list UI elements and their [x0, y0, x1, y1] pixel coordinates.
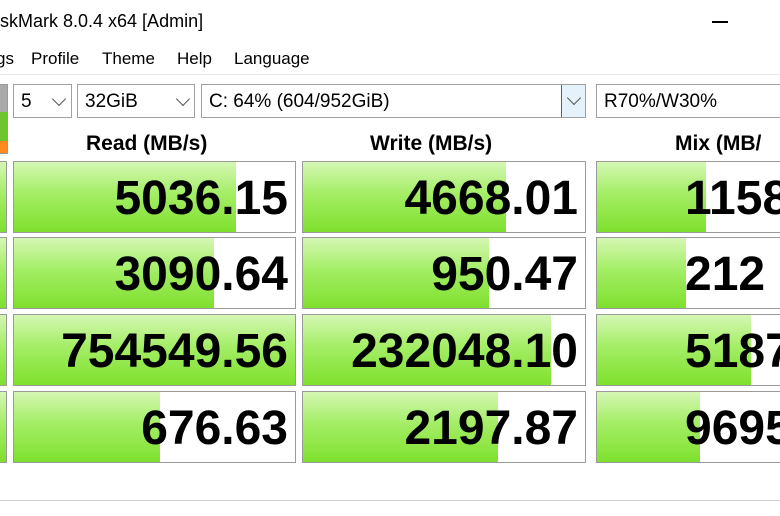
mix-result-cell: 9695	[596, 391, 780, 463]
write-result-value: 4668.01	[404, 172, 578, 225]
write-result-cell: 4668.01	[302, 161, 586, 233]
menu-theme[interactable]: Theme	[102, 49, 155, 69]
menu-profile[interactable]: Profile	[31, 49, 79, 69]
drive-dropdown-button[interactable]	[561, 85, 585, 117]
row-run-button[interactable]	[0, 391, 7, 463]
menu-divider	[0, 74, 780, 75]
read-result-value: 5036.15	[114, 172, 288, 225]
test-size-select[interactable]: 32GiB	[77, 84, 195, 118]
read-result-value: 754549.56	[61, 325, 288, 378]
mix-result-value: 51873	[685, 325, 780, 378]
menu-settings[interactable]: gs	[0, 49, 14, 69]
row-run-button-fill	[0, 162, 6, 232]
write-header: Write (MB/s)	[370, 132, 493, 155]
test-count-value: 5	[21, 91, 32, 112]
chevron-down-icon	[175, 91, 191, 107]
menu-bar: gs Profile Theme Help Language	[0, 44, 780, 74]
drive-select[interactable]: C: 64% (604/952GiB)	[201, 84, 586, 118]
read-header: Read (MB/s)	[86, 132, 208, 155]
status-divider	[0, 500, 780, 501]
row-run-button-fill	[0, 392, 6, 462]
mix-result-cell: 212	[596, 237, 780, 309]
write-result-value: 950.47	[431, 248, 578, 301]
read-result-cell: 5036.15	[13, 161, 296, 233]
mix-result-cell: 1158	[596, 161, 780, 233]
read-result-cell: 754549.56	[13, 314, 296, 386]
read-result-value: 676.63	[141, 402, 288, 455]
minimize-icon[interactable]	[712, 21, 728, 23]
write-result-cell: 950.47	[302, 237, 586, 309]
read-result-bar	[14, 392, 161, 462]
window-title: skMark 8.0.4 x64 [Admin]	[0, 11, 204, 31]
mix-result-value: 1158	[685, 172, 780, 225]
mix-header: Mix (MB/	[675, 132, 762, 155]
chevron-down-icon	[51, 91, 67, 107]
read-result-cell: 676.63	[13, 391, 296, 463]
write-result-value: 2197.87	[404, 402, 578, 455]
write-result-cell: 232048.10	[302, 314, 586, 386]
row-run-button[interactable]	[0, 237, 7, 309]
row-run-button-fill	[0, 238, 6, 308]
drive-value: C: 64% (604/952GiB)	[209, 91, 390, 112]
menu-help[interactable]: Help	[177, 49, 212, 69]
mix-result-value: 9695	[685, 402, 780, 455]
mix-result-cell: 51873	[596, 314, 780, 386]
mix-result-bar	[597, 238, 687, 308]
write-result-value: 232048.10	[351, 325, 578, 378]
all-run-button[interactable]	[0, 84, 8, 154]
row-run-button[interactable]	[0, 161, 7, 233]
write-result-cell: 2197.87	[302, 391, 586, 463]
mix-ratio-value: R70%/W30%	[604, 91, 717, 112]
read-result-cell: 3090.64	[13, 237, 296, 309]
mix-ratio-select[interactable]: R70%/W30%	[596, 84, 780, 118]
test-count-select[interactable]: 5	[13, 84, 72, 118]
test-size-value: 32GiB	[85, 91, 138, 112]
mix-result-value: 212	[685, 248, 766, 301]
title-bar: skMark 8.0.4 x64 [Admin]	[0, 0, 780, 42]
read-result-value: 3090.64	[114, 248, 288, 301]
row-run-button[interactable]	[0, 314, 7, 386]
row-run-button-fill	[0, 315, 6, 385]
chevron-down-icon	[566, 90, 582, 106]
menu-language[interactable]: Language	[234, 49, 310, 69]
